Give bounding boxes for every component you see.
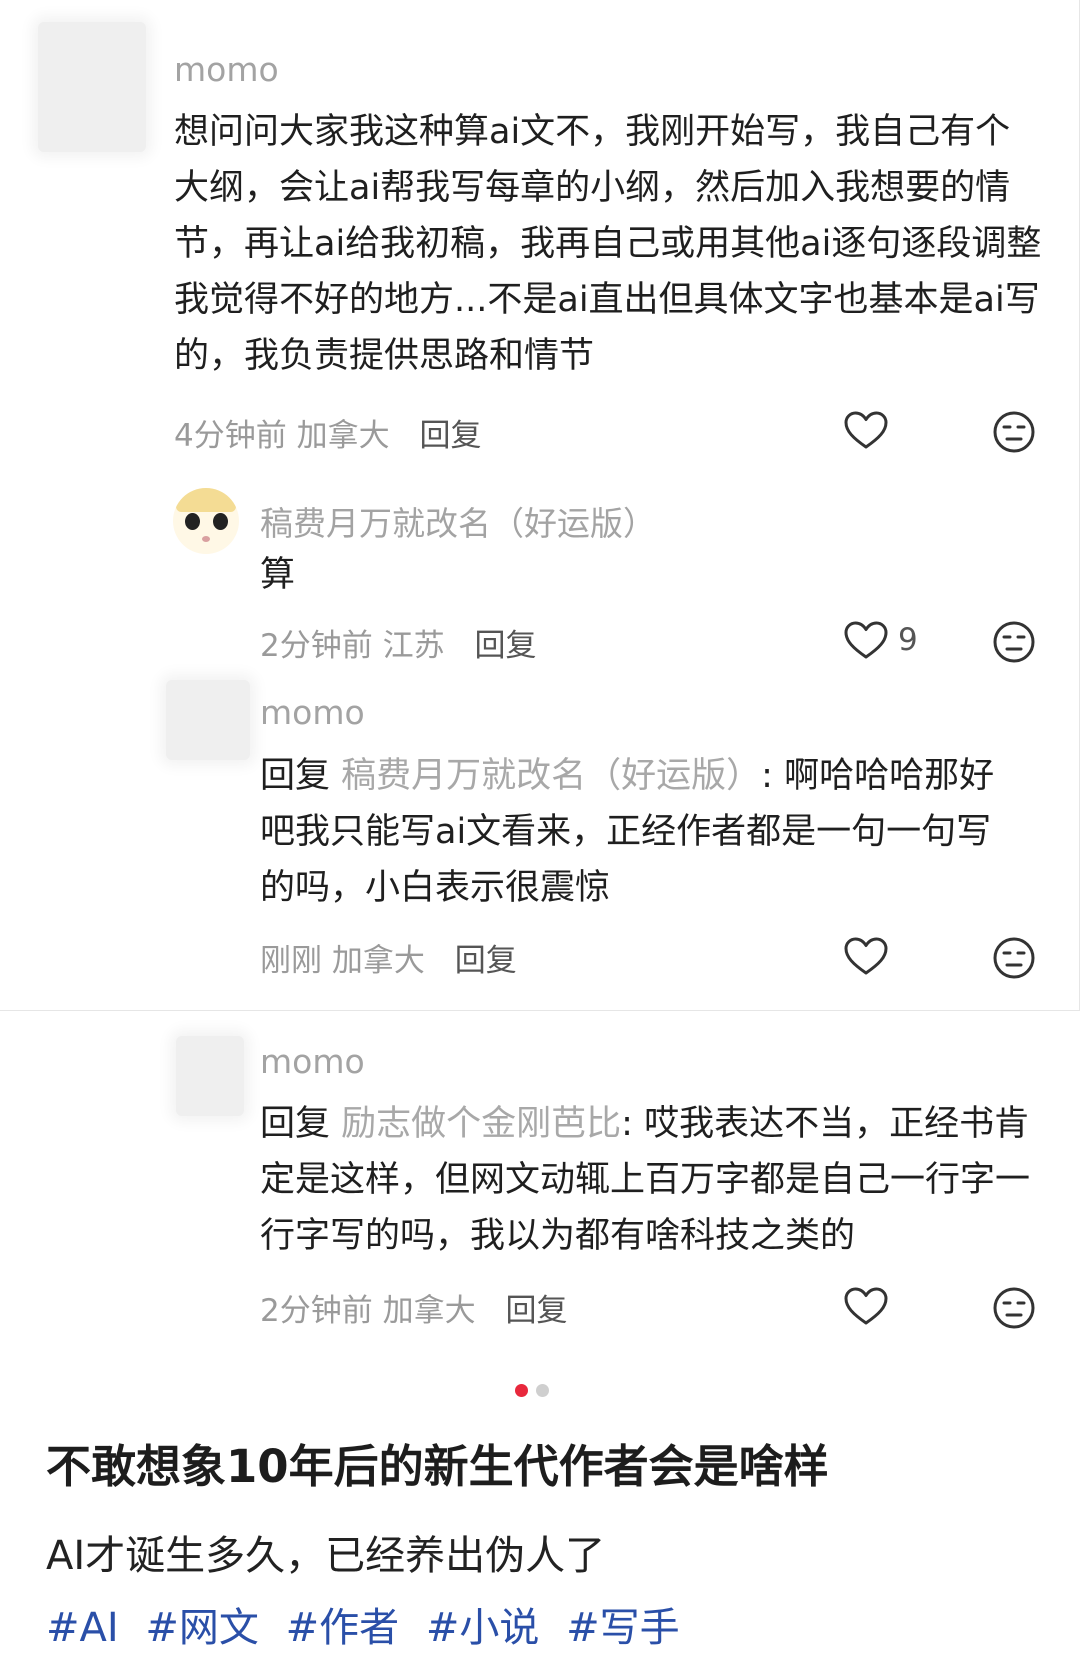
comment-location: 加拿大 (331, 943, 425, 979)
comment-text: 想问问大家我这种算ai文不，我刚开始写，我自己有个大纲，会让ai帮我写每章的小纲… (174, 112, 1042, 376)
avatar-hair (176, 488, 236, 512)
comment-location: 江苏 (382, 628, 445, 664)
image-pager[interactable] (515, 1382, 557, 1401)
avatar-eye (185, 513, 200, 530)
post-title: 不敢想象10年后的新生代作者会是啥样 (46, 1440, 829, 1493)
reply-button[interactable]: 回复 (455, 943, 517, 979)
comment-time: 4分钟前 (174, 418, 287, 454)
avatar[interactable] (166, 680, 250, 760)
hashtag-link[interactable]: #网文 (145, 1605, 259, 1651)
heart-icon[interactable] (843, 410, 889, 450)
avatar[interactable] (38, 22, 146, 152)
dislike-face-icon[interactable] (992, 1286, 1036, 1330)
comment-location: 加拿大 (296, 418, 390, 454)
reply-prefix: 回复 (260, 1104, 331, 1144)
comment-author[interactable]: momo (260, 693, 365, 732)
hashtag-link[interactable]: #作者 (286, 1605, 400, 1651)
comment-author[interactable]: momo (260, 1042, 365, 1081)
comment-author[interactable]: momo (174, 50, 279, 89)
avatar[interactable] (173, 488, 239, 554)
post-description: AI才诞生多久，已经养出伪人了 (46, 1533, 606, 1579)
pager-dot[interactable] (536, 1384, 549, 1397)
comment-meta: 刚刚 加拿大 回复 (260, 935, 517, 980)
dislike-face-icon[interactable] (992, 410, 1036, 454)
heart-icon[interactable] (843, 620, 889, 660)
comment-time: 2分钟前 (260, 1293, 373, 1329)
comment-location: 加拿大 (382, 1293, 476, 1329)
reply-prefix: 回复 (260, 756, 331, 796)
reply-target[interactable]: 励志做个金刚芭比 (341, 1104, 621, 1144)
comment-panel: momo 想问问大家我这种算ai文不，我刚开始写，我自己有个大纲，会让ai帮我写… (0, 0, 1080, 1011)
reply-button[interactable]: 回复 (505, 1293, 567, 1329)
comment-meta: 4分钟前 加拿大 回复 (174, 410, 481, 455)
hashtag-link[interactable]: #写手 (566, 1605, 680, 1651)
dislike-face-icon[interactable] (992, 620, 1036, 664)
comment-time: 2分钟前 (260, 628, 373, 664)
comment-text: 回复 稿费月万就改名（好运版）: 啊哈哈哈那好吧我只能写ai文看来，正经作者都是… (260, 748, 1020, 916)
dislike-face-icon[interactable] (992, 936, 1036, 980)
heart-icon[interactable] (843, 936, 889, 976)
reply-button[interactable]: 回复 (474, 628, 536, 664)
comment-time: 刚刚 (260, 943, 322, 979)
hashtag-link[interactable]: #小说 (426, 1605, 540, 1651)
comment-text: 算 (260, 555, 296, 595)
post-tags: #AI #网文 #作者 #小说 #写手 (46, 1595, 694, 1653)
like-count: 9 (898, 622, 918, 658)
avatar-eye (213, 513, 228, 530)
reply-target[interactable]: 稿费月万就改名（好运版） (341, 756, 761, 796)
reply-button[interactable]: 回复 (419, 418, 481, 454)
comment-author[interactable]: 稿费月万就改名（好运版） (260, 497, 656, 545)
comment-text: 回复 励志做个金刚芭比: 哎我表达不当，正经书肯定是这样，但网文动辄上百万字都是… (260, 1096, 1040, 1264)
screenshot: momo 想问问大家我这种算ai文不，我刚开始写，我自己有个大纲，会让ai帮我写… (0, 0, 1080, 1673)
pager-dot-active[interactable] (515, 1384, 528, 1397)
comment-meta: 2分钟前 加拿大 回复 (260, 1285, 567, 1330)
hashtag-link[interactable]: #AI (46, 1605, 119, 1651)
heart-icon[interactable] (843, 1286, 889, 1326)
avatar-mouth (202, 536, 210, 542)
comment-meta: 2分钟前 江苏 回复 (260, 620, 536, 665)
avatar[interactable] (176, 1036, 244, 1116)
